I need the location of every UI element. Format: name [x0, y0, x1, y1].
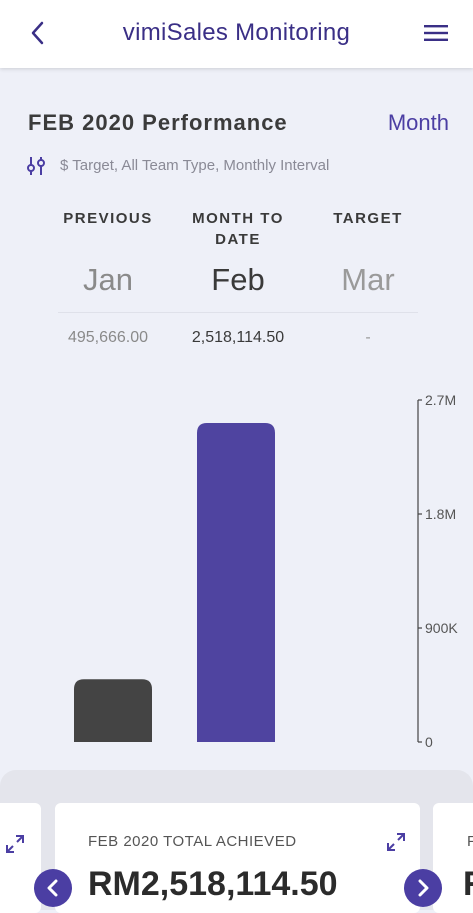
- column-label: MONTH TO DATE: [192, 210, 284, 248]
- value-current: 2,518,114.50: [191, 329, 285, 346]
- expand-arrows-icon[interactable]: [385, 831, 407, 853]
- card-label: FEB 2020 TOTAL ACHIEVED: [88, 833, 297, 850]
- next-card-button[interactable]: [404, 869, 442, 907]
- y-axis-tick-label: 900K: [425, 620, 458, 636]
- app-header: vimiSales Monitoring: [0, 0, 473, 68]
- filter-text: $ Target, All Team Type, Monthly Interva…: [60, 157, 330, 174]
- month-previous: Jan: [83, 262, 133, 297]
- chevron-left-icon: [47, 879, 58, 897]
- column-month-to-date: MONTH TO DATE: [163, 208, 313, 250]
- summary-card-current[interactable]: FEB 2020 TOTAL ACHIEVED RM2,518,114.50: [55, 803, 420, 913]
- month-current: Feb: [211, 262, 265, 297]
- performance-bar-chart: 0 900K 1.8M 2.7M: [74, 392, 458, 750]
- previous-card-button[interactable]: [34, 869, 72, 907]
- expand-arrows-icon[interactable]: [4, 833, 26, 855]
- period-toggle[interactable]: Month: [388, 110, 449, 136]
- card-value: RM2,518,114.50: [88, 865, 338, 903]
- column-label: PREVIOUS: [63, 210, 153, 227]
- performance-title: FEB 2020 Performance: [28, 110, 288, 135]
- app-title: vimiSales Monitoring: [122, 19, 351, 46]
- y-axis-tick-label: 1.8M: [425, 506, 456, 522]
- chart-bar-jan[interactable]: [74, 679, 152, 742]
- column-previous: PREVIOUS: [33, 208, 183, 229]
- y-axis-tick-label: 2.7M: [425, 392, 456, 408]
- hamburger-menu-icon: [424, 25, 448, 41]
- chart-bar-feb[interactable]: [197, 423, 275, 742]
- chevron-right-icon: [418, 879, 429, 897]
- month-target: Mar: [341, 262, 395, 297]
- divider: [58, 312, 418, 313]
- card-label-peek: F: [467, 833, 473, 850]
- column-target: TARGET: [293, 208, 443, 229]
- column-label: TARGET: [333, 210, 403, 227]
- card-value-peek: R: [463, 865, 473, 904]
- value-target: -: [365, 329, 371, 346]
- menu-button[interactable]: [423, 20, 449, 46]
- y-axis-tick-label: 0: [425, 734, 433, 750]
- value-previous: 495,666.00: [67, 329, 149, 346]
- sliders-icon: [27, 157, 45, 175]
